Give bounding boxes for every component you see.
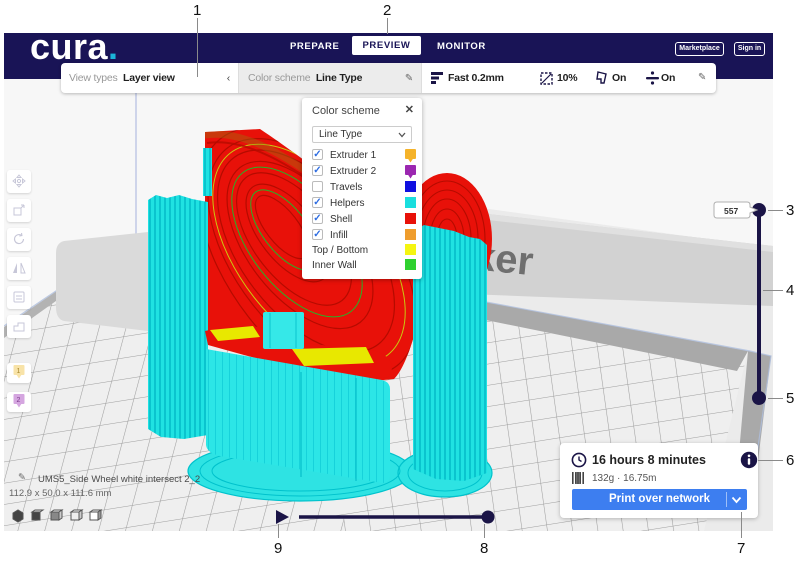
- svg-text:1: 1: [17, 368, 21, 375]
- svg-text:557: 557: [724, 206, 738, 216]
- svg-text:2: 2: [17, 397, 21, 404]
